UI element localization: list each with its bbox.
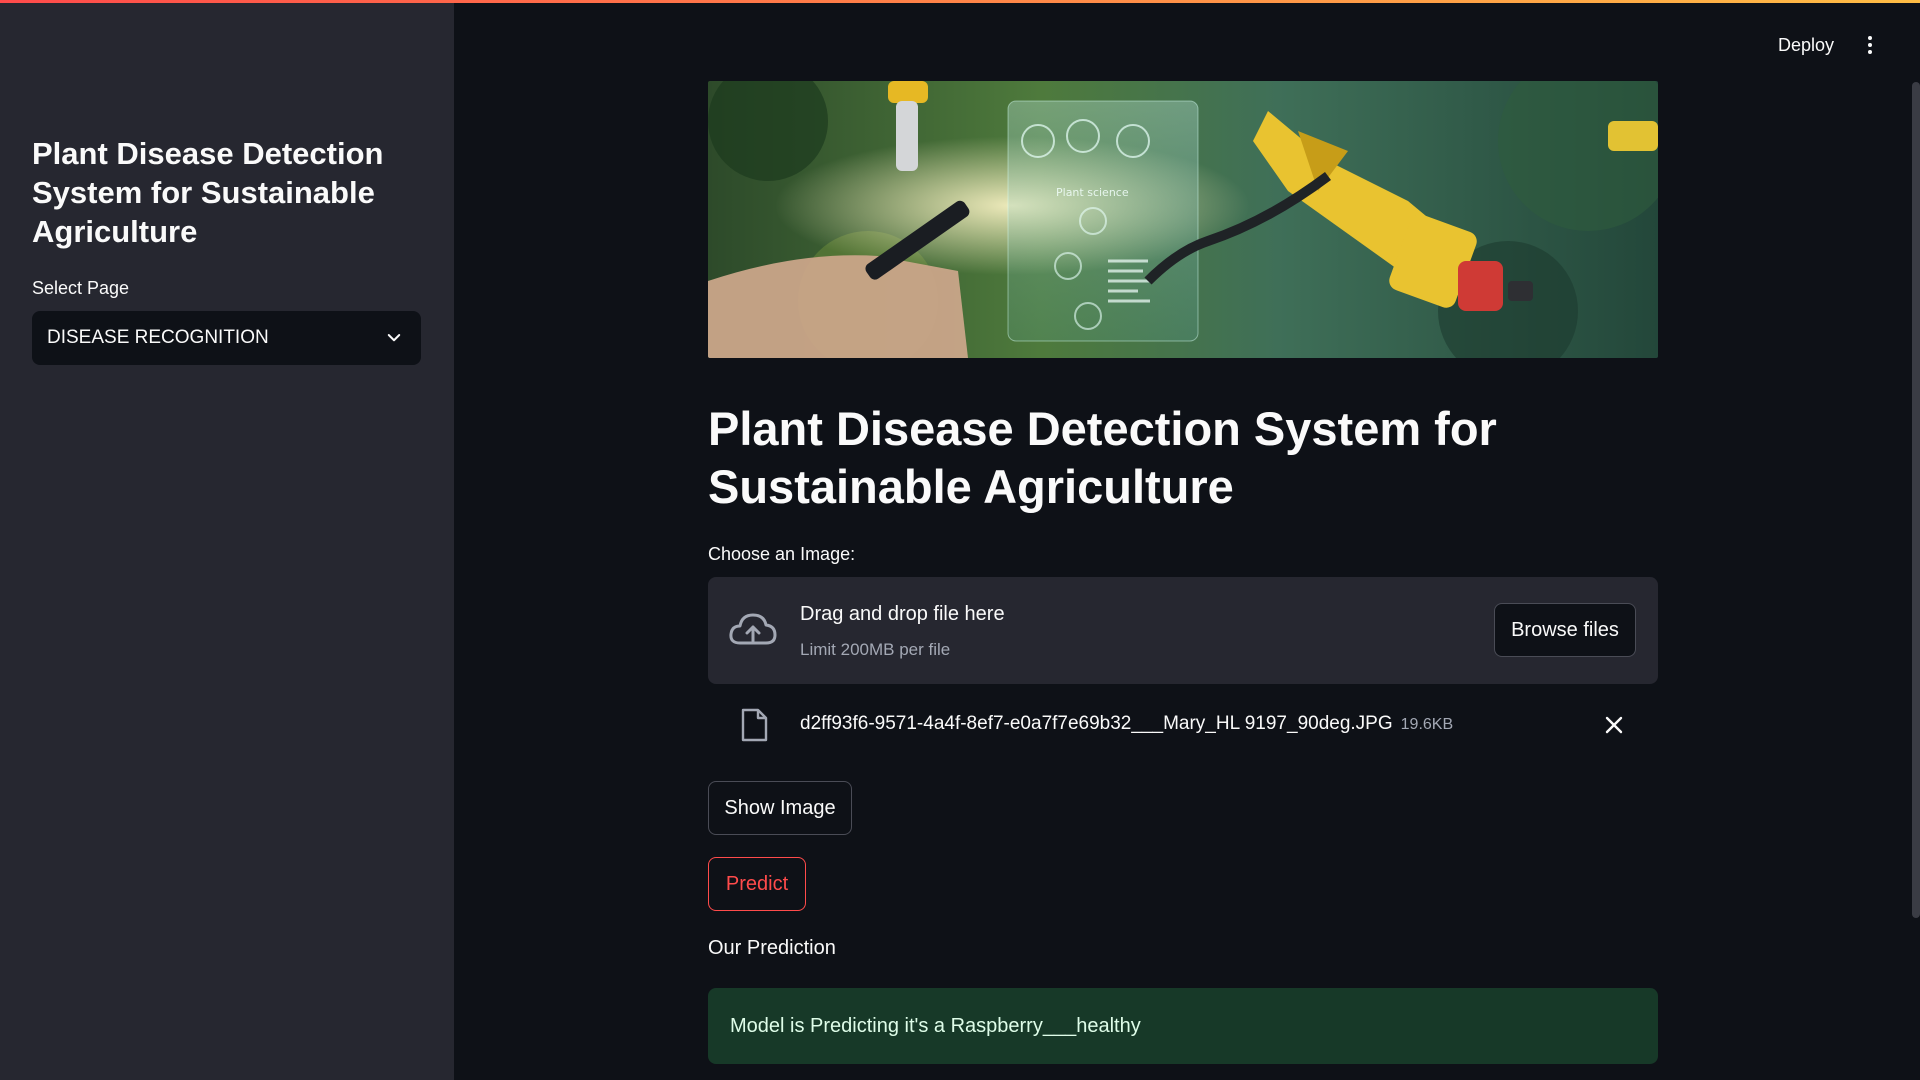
deploy-button[interactable]: Deploy <box>1778 35 1834 56</box>
uploaded-file-row: d2ff93f6-9571-4a4f-8ef7-e0a7f7e69b32___M… <box>708 700 1658 750</box>
prediction-result-alert: Model is Predicting it's a Raspberry___h… <box>708 988 1658 1064</box>
header-toolbar: Deploy <box>1778 34 1880 56</box>
file-dropzone[interactable]: Drag and drop file here Limit 200MB per … <box>708 577 1658 684</box>
dropzone-limit: Limit 200MB per file <box>800 640 951 659</box>
file-name-text: d2ff93f6-9571-4a4f-8ef7-e0a7f7e69b32___M… <box>800 713 1393 734</box>
dropzone-instruction: Drag and drop file here <box>800 603 1005 625</box>
file-icon <box>741 708 768 742</box>
chevron-down-icon <box>387 334 401 342</box>
prediction-heading: Our Prediction <box>708 937 836 959</box>
predict-button[interactable]: Predict <box>708 857 806 911</box>
select-page-label: Select Page <box>32 278 130 298</box>
page-select-value: DISEASE RECOGNITION <box>47 327 269 348</box>
page-title: Plant Disease Detection System for Susta… <box>708 402 1497 513</box>
main-content: Plant science Plant Disease Detection Sy… <box>708 0 1658 1080</box>
file-size: 19.6KB <box>1400 716 1454 733</box>
prediction-result-text: Model is Predicting it's a Raspberry___h… <box>730 1014 1141 1037</box>
page-select[interactable]: DISEASE RECOGNITION <box>32 311 421 365</box>
cloud-upload-icon <box>729 613 777 645</box>
banner-image: Plant science <box>708 81 1658 358</box>
close-icon[interactable] <box>1604 715 1624 735</box>
browse-files-button[interactable]: Browse files <box>1494 603 1636 657</box>
kebab-menu-icon[interactable] <box>1860 34 1880 56</box>
banner-plant-science-text: Plant science <box>1056 186 1129 199</box>
uploader-label: Choose an Image: <box>708 544 856 564</box>
top-decoration-bar <box>0 0 1920 3</box>
sidebar: Plant Disease Detection System for Susta… <box>0 0 454 1080</box>
sidebar-title: Plant Disease Detection System for Susta… <box>32 136 384 249</box>
uploaded-file-name: d2ff93f6-9571-4a4f-8ef7-e0a7f7e69b32___M… <box>800 713 1453 735</box>
show-image-button[interactable]: Show Image <box>708 781 852 835</box>
main-scrollbar[interactable] <box>1912 82 1920 918</box>
